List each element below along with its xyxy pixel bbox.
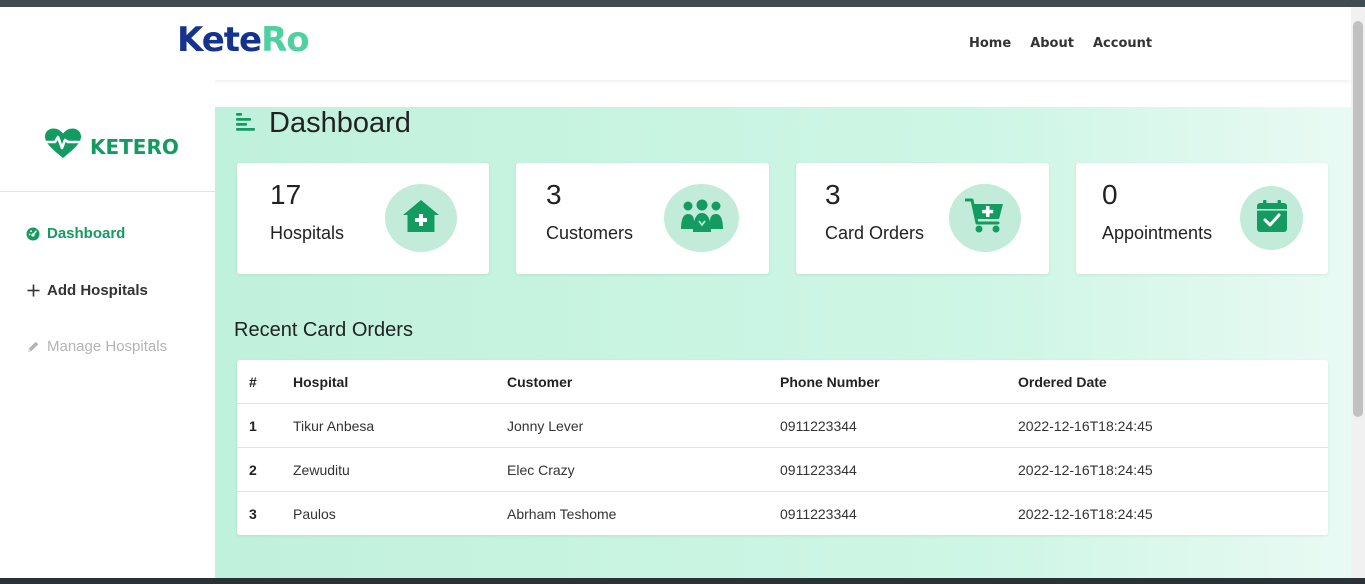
stat-label: Customers [546, 223, 634, 243]
stat-card-hospitals[interactable]: 17 Hospitals [237, 163, 489, 274]
page-title: Dashboard [235, 107, 411, 140]
browser-top-strip [0, 0, 1365, 7]
table-cell: 2022-12-16T18:24:45 [1018, 506, 1153, 522]
sidebar-item-manage-hospitals[interactable]: Manage Hospitals [25, 338, 167, 355]
sidebar-item-label: Manage Hospitals [47, 338, 168, 355]
stat-value: 3 [825, 179, 841, 210]
table-row: 3 Paulos Abrham Teshome 0911223344 2022-… [237, 492, 1328, 536]
table-row: 2 Zewuditu Elec Crazy 0911223344 2022-12… [237, 448, 1328, 492]
col-header: # [249, 374, 257, 390]
logo-part1: Kete [177, 20, 262, 60]
stat-icon-circle [664, 184, 739, 252]
table-cell: Zewuditu [293, 462, 350, 478]
heartbeat-icon [43, 128, 83, 165]
stat-value: 3 [546, 179, 562, 210]
pencil-icon [25, 339, 41, 355]
recent-orders-title: Recent Card Orders [234, 319, 413, 341]
nav-about-link[interactable]: About [1030, 36, 1074, 51]
table-cell: Jonny Lever [507, 418, 584, 434]
table-cell: Abrham Teshome [507, 506, 617, 522]
stat-icon-circle [949, 184, 1021, 252]
nav-links: Home About Account [969, 36, 1171, 51]
main-content: Dashboard 17 Hospitals 3 Customers 3 Car… [215, 107, 1351, 578]
dashboard-gauge-icon [25, 226, 41, 242]
sidebar-item-label: Dashboard [47, 225, 126, 242]
table-cell: 3 [249, 506, 257, 522]
col-header: Customer [507, 374, 573, 390]
sidebar-brand-name: KETERO [90, 134, 179, 159]
table-cell: 0911223344 [780, 506, 857, 522]
sidebar-divider [0, 191, 215, 192]
stat-card-appointments[interactable]: 0 Appointments [1076, 163, 1328, 274]
sidebar-item-add-hospitals[interactable]: Add Hospitals [25, 282, 148, 299]
top-navbar: KeteRo Home About Account [0, 7, 1351, 80]
sidebar-brand[interactable]: KETERO [43, 128, 179, 165]
stat-value: 17 [270, 179, 302, 210]
col-header: Phone Number [780, 374, 880, 390]
page-title-text: Dashboard [269, 107, 411, 139]
menu-align-icon[interactable] [235, 111, 257, 136]
page-scrollbar[interactable] [1351, 7, 1365, 578]
table-cell: 2 [249, 462, 257, 478]
scrollbar-thumb[interactable] [1353, 21, 1363, 417]
logo-part2: Ro [261, 20, 310, 60]
nav-account-link[interactable]: Account [1093, 36, 1152, 51]
sidebar-item-dashboard[interactable]: Dashboard [25, 225, 125, 242]
table-cell: 1 [249, 418, 257, 434]
sidebar-item-label: Add Hospitals [47, 282, 148, 299]
stat-card-customers[interactable]: 3 Customers [516, 163, 769, 274]
taskbar-strip [0, 578, 1365, 584]
table-cell: 2022-12-16T18:24:45 [1018, 462, 1153, 478]
col-header: Ordered Date [1018, 374, 1107, 390]
stat-icon-circle [385, 184, 457, 252]
hospital-house-icon [402, 199, 440, 238]
table-cell: 0911223344 [780, 462, 857, 478]
table-cell: 0911223344 [780, 418, 857, 434]
stat-label: Appointments [1102, 223, 1213, 243]
stat-label: Hospitals [270, 223, 345, 243]
table-cell: Tikur Anbesa [293, 418, 375, 434]
recent-orders-table: # Hospital Customer Phone Number Ordered… [237, 360, 1328, 535]
table-cell: Paulos [293, 506, 336, 522]
people-group-icon [679, 199, 725, 238]
cart-plus-icon [964, 197, 1005, 240]
table-cell: 2022-12-16T18:24:45 [1018, 418, 1153, 434]
table-row: 1 Tikur Anbesa Jonny Lever 0911223344 20… [237, 404, 1328, 448]
stat-icon-circle [1240, 186, 1303, 250]
table-cell: Elec Crazy [507, 462, 575, 478]
plus-icon [25, 283, 41, 299]
table-header-row: # Hospital Customer Phone Number Ordered… [237, 360, 1328, 404]
col-header: Hospital [293, 374, 349, 390]
stat-value: 0 [1102, 179, 1118, 210]
stat-card-card-orders[interactable]: 3 Card Orders [796, 163, 1049, 274]
nav-home-link[interactable]: Home [969, 36, 1011, 51]
calendar-check-icon [1256, 199, 1288, 238]
ketero-logo[interactable]: KeteRo [177, 20, 310, 60]
sidebar: KETERO Dashboard Add Hospitals Manage Ho… [0, 80, 215, 578]
stat-label: Card Orders [825, 223, 925, 243]
